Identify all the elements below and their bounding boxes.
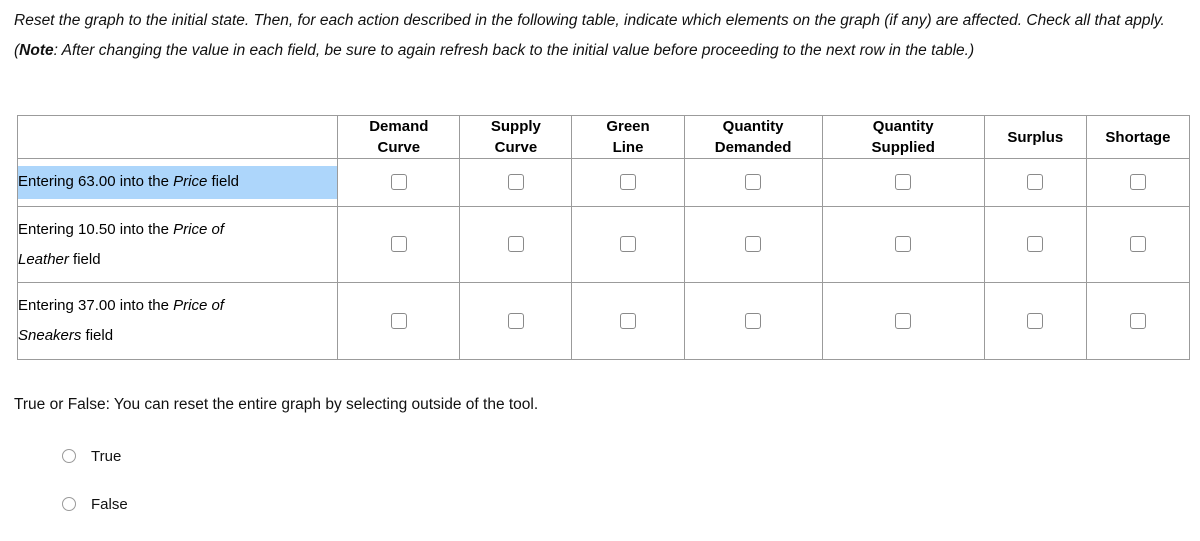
option-false[interactable]: False xyxy=(62,493,128,515)
header-shortage-label: Shortage xyxy=(1105,128,1171,146)
header-shortage: Shortage xyxy=(1085,115,1191,159)
header-demand-curve: Demand Curve xyxy=(337,115,461,159)
header-quantity-demanded-line1: Quantity xyxy=(722,118,784,135)
true-false-question: True or False: You can reset the entire … xyxy=(14,396,539,413)
header-quantity-demanded: Quantity Demanded xyxy=(683,115,823,159)
header-supply-curve-line2: Curve xyxy=(494,139,538,156)
header-quantity-demanded-line2: Demanded xyxy=(714,139,792,156)
header-action-blank xyxy=(16,115,339,159)
header-green-line-line2: Line xyxy=(612,139,644,156)
cell-supply-curve-row3[interactable] xyxy=(459,282,573,360)
checkbox-shortage-row3[interactable] xyxy=(1129,312,1146,329)
action-leather-italic-b: Leather xyxy=(18,250,69,268)
header-surplus-label: Surplus xyxy=(1007,128,1064,146)
action-price-plain-b: field xyxy=(207,173,239,190)
affected-elements-table-wrapper: Demand Curve Supply Curve Green Line Qua… xyxy=(16,115,1191,360)
note-label: Note xyxy=(19,42,54,59)
checkbox-demand-curve-row2[interactable] xyxy=(390,236,407,253)
cell-quantity-demanded-row3[interactable] xyxy=(683,282,823,360)
table-header-row: Demand Curve Supply Curve Green Line Qua… xyxy=(16,115,1191,159)
option-true-label: True xyxy=(91,447,122,465)
cell-shortage-row2[interactable] xyxy=(1085,206,1191,283)
header-quantity-supplied: Quantity Supplied xyxy=(821,115,985,159)
cell-quantity-supplied-row2[interactable] xyxy=(821,206,985,283)
action-label-price-of-sneakers: Entering 37.00 into the Price of Sneaker… xyxy=(16,282,339,360)
cell-quantity-supplied-row3[interactable] xyxy=(821,282,985,360)
checkbox-quantity-supplied-row3[interactable] xyxy=(895,312,912,329)
checkbox-shortage-row2[interactable] xyxy=(1129,236,1146,253)
instructions-line-1: Reset the graph to the initial state. Th… xyxy=(14,12,1023,29)
action-leather-italic-a: Price of xyxy=(173,220,224,238)
table-row: Entering 10.50 into the Price of Leather… xyxy=(16,206,1191,283)
header-quantity-supplied-line1: Quantity xyxy=(872,118,934,135)
cell-surplus-row1[interactable] xyxy=(983,158,1087,207)
header-green-line: Green Line xyxy=(571,115,685,159)
checkbox-quantity-demanded-row3[interactable] xyxy=(745,312,762,329)
checkbox-surplus-row3[interactable] xyxy=(1027,312,1044,329)
action-sneakers-plain-b: field xyxy=(81,327,114,344)
checkbox-supply-curve-row2[interactable] xyxy=(507,236,524,253)
checkbox-demand-curve-row3[interactable] xyxy=(390,312,407,329)
action-leather-plain-b: field xyxy=(68,250,101,268)
table-row: Entering 63.00 into the Price field xyxy=(16,158,1191,207)
action-sneakers-italic-b: Sneakers xyxy=(18,327,82,344)
cell-green-line-row2[interactable] xyxy=(571,206,685,283)
header-quantity-supplied-line2: Supplied xyxy=(871,139,935,156)
checkbox-quantity-demanded-row1[interactable] xyxy=(745,174,762,191)
action-label-price: Entering 63.00 into the Price field xyxy=(16,158,339,207)
cell-surplus-row3[interactable] xyxy=(983,282,1087,360)
action-leather-plain-a: Entering 10.50 into the xyxy=(18,220,174,238)
checkbox-quantity-supplied-row1[interactable] xyxy=(895,174,912,191)
checkbox-green-line-row1[interactable] xyxy=(620,174,636,191)
header-green-line-line1: Green xyxy=(606,118,650,135)
action-leather-line2: Leather field xyxy=(18,245,337,275)
cell-shortage-row3[interactable] xyxy=(1085,282,1191,360)
radio-false[interactable] xyxy=(62,497,76,511)
header-surplus: Surplus xyxy=(983,115,1087,159)
checkbox-supply-curve-row1[interactable] xyxy=(507,174,524,191)
header-supply-curve-line1: Supply xyxy=(490,118,541,135)
checkbox-surplus-row1[interactable] xyxy=(1027,174,1044,191)
cell-supply-curve-row2[interactable] xyxy=(459,206,573,283)
header-demand-curve-line2: Curve xyxy=(377,139,421,156)
action-sneakers-italic-a: Price of xyxy=(173,297,224,314)
instructions-paragraph: Reset the graph to the initial state. Th… xyxy=(14,6,1194,66)
checkbox-supply-curve-row3[interactable] xyxy=(507,312,524,329)
cell-green-line-row1[interactable] xyxy=(571,158,685,207)
checkbox-surplus-row2[interactable] xyxy=(1027,236,1044,253)
action-price-italic: Price xyxy=(173,173,208,190)
cell-supply-curve-row1[interactable] xyxy=(459,158,573,207)
option-true[interactable]: True xyxy=(62,445,128,467)
action-label-price-text: Entering 63.00 into the Price field xyxy=(18,166,338,199)
action-sneakers-line2: Sneakers field xyxy=(18,321,337,351)
option-false-label: False xyxy=(91,495,128,513)
checkbox-demand-curve-row1[interactable] xyxy=(390,174,407,191)
radio-true[interactable] xyxy=(62,449,76,463)
table-row: Entering 37.00 into the Price of Sneaker… xyxy=(16,282,1191,360)
cell-green-line-row3[interactable] xyxy=(571,282,685,360)
action-price-plain-a: Entering 63.00 into the xyxy=(18,173,174,190)
cell-demand-curve-row1[interactable] xyxy=(337,158,461,207)
cell-demand-curve-row2[interactable] xyxy=(337,206,461,283)
cell-surplus-row2[interactable] xyxy=(983,206,1087,283)
cell-quantity-supplied-row1[interactable] xyxy=(821,158,985,207)
true-false-options: True False xyxy=(62,445,128,541)
instructions-line-2-suffix: : After changing the value in each field… xyxy=(53,42,975,59)
action-label-price-of-leather: Entering 10.50 into the Price of Leather… xyxy=(16,206,339,283)
action-leather-line1: Entering 10.50 into the Price of xyxy=(18,215,337,245)
action-sneakers-plain-a: Entering 37.00 into the xyxy=(18,297,174,314)
header-supply-curve: Supply Curve xyxy=(459,115,573,159)
cell-demand-curve-row3[interactable] xyxy=(337,282,461,360)
action-sneakers-line1: Entering 37.00 into the Price of xyxy=(18,291,337,321)
checkbox-green-line-row3[interactable] xyxy=(620,312,636,329)
checkbox-quantity-demanded-row2[interactable] xyxy=(745,236,762,253)
cell-quantity-demanded-row1[interactable] xyxy=(683,158,823,207)
cell-quantity-demanded-row2[interactable] xyxy=(683,206,823,283)
checkbox-quantity-supplied-row2[interactable] xyxy=(895,236,912,253)
affected-elements-table: Demand Curve Supply Curve Green Line Qua… xyxy=(16,115,1191,360)
checkbox-green-line-row2[interactable] xyxy=(620,236,636,253)
checkbox-shortage-row1[interactable] xyxy=(1129,174,1146,191)
header-demand-curve-line1: Demand xyxy=(369,118,429,135)
cell-shortage-row1[interactable] xyxy=(1085,158,1191,207)
